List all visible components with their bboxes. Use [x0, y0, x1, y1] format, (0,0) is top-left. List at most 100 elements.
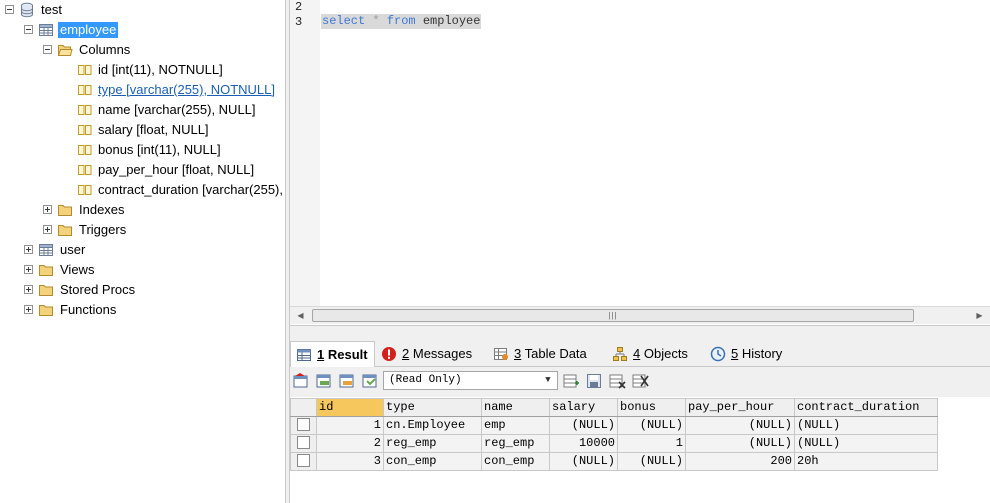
keyword-select: select — [322, 14, 366, 28]
copy-row-icon[interactable] — [361, 372, 379, 390]
expand-toggle-icon[interactable] — [24, 285, 33, 294]
column-header-pay-per-hour[interactable]: pay_per_hour — [685, 398, 795, 417]
delete-record-icon[interactable] — [608, 372, 626, 390]
expand-toggle-icon[interactable] — [24, 245, 33, 254]
tree-node-functions-folder[interactable]: Functions — [0, 300, 285, 320]
tab-label: Objects — [643, 346, 688, 361]
tree-node-columns-folder[interactable]: Columns — [0, 40, 285, 60]
table-row[interactable]: 1 cn.Employee emp (NULL) (NULL) (NULL) (… — [290, 416, 938, 435]
tree-node-views-folder[interactable]: Views — [0, 260, 285, 280]
horizontal-scrollbar[interactable]: ◀ ||| ▶ — [290, 306, 990, 324]
expand-toggle-icon[interactable] — [43, 225, 52, 234]
tree-node-stored-procs-folder[interactable]: Stored Procs — [0, 280, 285, 300]
cell-type[interactable]: cn.Employee — [383, 416, 482, 435]
cell-name[interactable]: con_emp — [481, 452, 550, 471]
cell-salary[interactable]: 10000 — [549, 434, 618, 453]
tree-item-column[interactable]: type [varchar(255), NOTNULL] — [0, 80, 285, 100]
column-header-contract-duration[interactable]: contract_duration — [794, 398, 938, 417]
tree-node-indexes-folder[interactable]: Indexes — [0, 200, 285, 220]
row-selector-header[interactable] — [290, 398, 317, 417]
tree-item-column[interactable]: salary [float, NULL] — [0, 120, 285, 140]
scroll-right-icon[interactable]: ▶ — [973, 309, 986, 322]
row-checkbox[interactable] — [297, 436, 310, 450]
table-row[interactable]: 3 con_emp con_emp (NULL) (NULL) 200 20h — [290, 452, 938, 471]
table-row[interactable]: 2 reg_emp reg_emp 10000 1 (NULL) (NULL) — [290, 434, 938, 453]
insert-row-icon[interactable] — [315, 372, 333, 390]
scrollbar-thumb[interactable]: ||| — [312, 309, 914, 322]
tab-number: 4 — [633, 346, 641, 361]
tab-table-data[interactable]: 3 Table Data — [488, 341, 593, 367]
horizontal-splitter[interactable] — [290, 325, 990, 339]
query-editor[interactable]: 2 3 select * from employee ◀ ||| ▶ — [290, 0, 990, 324]
tree-item-column[interactable]: id [int(11), NOTNULL] — [0, 60, 285, 80]
chevron-down-icon[interactable]: ▼ — [541, 373, 555, 388]
column-header-salary[interactable]: salary — [549, 398, 618, 417]
column-label: bonus [int(11), NULL] — [98, 142, 221, 157]
tree-item-column[interactable]: contract_duration [varchar(255), — [0, 180, 285, 200]
tree-node-table-employee[interactable]: employee — [0, 20, 285, 40]
save-icon[interactable] — [585, 372, 603, 390]
expand-toggle-icon[interactable] — [24, 265, 33, 274]
row-checkbox[interactable] — [297, 454, 310, 468]
cell-id[interactable]: 3 — [316, 452, 384, 471]
tab-messages[interactable]: 2 Messages — [376, 341, 478, 367]
column-header-id[interactable]: id — [316, 398, 384, 417]
error-icon — [382, 347, 396, 361]
cell-type[interactable]: con_emp — [383, 452, 482, 471]
folder-icon — [39, 305, 53, 316]
cell-id[interactable]: 2 — [316, 434, 384, 453]
cell-name[interactable]: emp — [481, 416, 550, 435]
collapse-toggle-icon[interactable] — [43, 45, 52, 54]
row-checkbox[interactable] — [297, 418, 310, 432]
tree-node-database[interactable]: test — [0, 0, 285, 20]
read-only-mode-select[interactable]: (Read Only) ▼ — [383, 371, 558, 390]
cell-salary[interactable]: (NULL) — [549, 452, 618, 471]
tree-node-table-user[interactable]: user — [0, 240, 285, 260]
export-icon[interactable] — [292, 372, 310, 390]
collapse-toggle-icon[interactable] — [5, 5, 14, 14]
cell-pay-per-hour[interactable]: (NULL) — [685, 434, 795, 453]
column-header-bonus[interactable]: bonus — [617, 398, 686, 417]
tree-node-triggers-folder[interactable]: Triggers — [0, 220, 285, 240]
tab-objects[interactable]: 4 Objects — [607, 341, 694, 367]
duplicate-row-icon[interactable] — [338, 372, 356, 390]
cell-salary[interactable]: (NULL) — [549, 416, 618, 435]
cell-bonus[interactable]: (NULL) — [617, 452, 686, 471]
folder-label-functions: Functions — [60, 302, 117, 317]
tab-history[interactable]: 5 History — [705, 341, 788, 367]
row-checkbox-cell[interactable] — [290, 434, 317, 453]
column-header-type[interactable]: type — [383, 398, 482, 417]
cell-pay-per-hour[interactable]: (NULL) — [685, 416, 795, 435]
cell-contract-duration[interactable]: 20h — [794, 452, 938, 471]
column-label: name [varchar(255), NULL] — [98, 102, 256, 117]
cell-bonus[interactable]: (NULL) — [617, 416, 686, 435]
tree-item-column[interactable]: bonus [int(11), NULL] — [0, 140, 285, 160]
add-record-icon[interactable] — [562, 372, 580, 390]
cell-contract-duration[interactable]: (NULL) — [794, 434, 938, 453]
cell-name[interactable]: reg_emp — [481, 434, 550, 453]
row-checkbox-cell[interactable] — [290, 416, 317, 435]
column-icon — [78, 165, 92, 175]
line-number: 2 — [295, 0, 303, 14]
expand-toggle-icon[interactable] — [24, 305, 33, 314]
result-table: id type name salary bonus pay_per_hour c… — [290, 398, 938, 471]
tab-result[interactable]: 1 Result — [290, 341, 375, 368]
cell-pay-per-hour[interactable]: 200 — [685, 452, 795, 471]
row-checkbox-cell[interactable] — [290, 452, 317, 471]
query-text[interactable]: select * from employee — [321, 14, 482, 29]
cell-contract-duration[interactable]: (NULL) — [794, 416, 938, 435]
cell-bonus[interactable]: 1 — [617, 434, 686, 453]
collapse-toggle-icon[interactable] — [24, 25, 33, 34]
cell-id[interactable]: 1 — [316, 416, 384, 435]
column-icon — [78, 185, 92, 195]
result-grid[interactable]: id type name salary bonus pay_per_hour c… — [290, 397, 990, 503]
column-icon — [78, 105, 92, 115]
cell-type[interactable]: reg_emp — [383, 434, 482, 453]
table-icon — [39, 24, 53, 36]
column-header-name[interactable]: name — [481, 398, 550, 417]
expand-toggle-icon[interactable] — [43, 205, 52, 214]
tree-item-column[interactable]: pay_per_hour [float, NULL] — [0, 160, 285, 180]
tree-item-column[interactable]: name [varchar(255), NULL] — [0, 100, 285, 120]
cancel-changes-icon[interactable] — [631, 372, 649, 390]
scroll-left-icon[interactable]: ◀ — [294, 309, 307, 322]
